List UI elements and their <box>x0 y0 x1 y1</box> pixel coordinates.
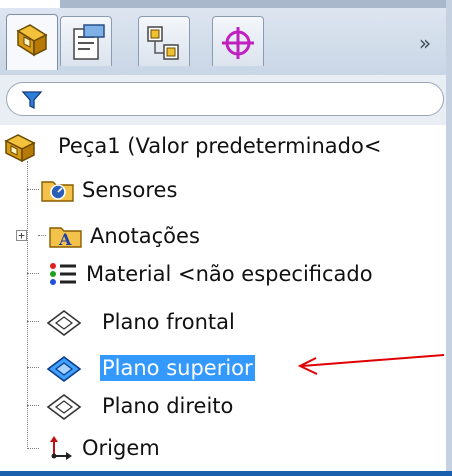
panel-bottom-bar <box>0 471 452 476</box>
annotation-arrow-icon <box>297 354 445 375</box>
panel-right-edge <box>446 0 452 476</box>
